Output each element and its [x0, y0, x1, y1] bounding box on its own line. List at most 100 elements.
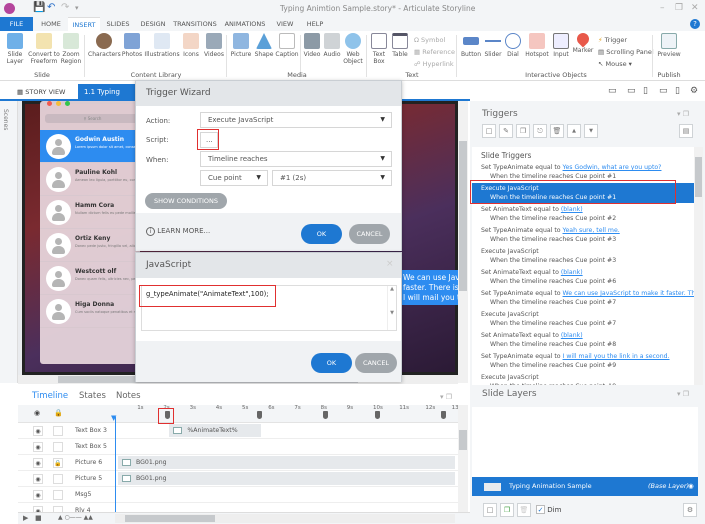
cue-type-dropdown[interactable]: Cue point ▼: [200, 170, 268, 186]
lock-icon[interactable]: [53, 490, 63, 500]
lock-icon[interactable]: [53, 426, 63, 436]
cue-point-marker[interactable]: [440, 411, 446, 419]
tab-design[interactable]: DESIGN: [136, 17, 170, 31]
timeline-object-bar[interactable]: BG01.png: [118, 456, 455, 469]
slide-layer-button[interactable]: Slide Layer: [4, 33, 26, 65]
close-icon[interactable]: ✕: [691, 3, 699, 13]
contacts-search[interactable]: ⚲ Search: [45, 114, 140, 123]
tablet-portrait-icon[interactable]: ▯: [643, 86, 648, 96]
new-trigger-icon[interactable]: □: [482, 124, 496, 138]
trigger-item[interactable]: Execute JavaScriptWhen the timeline reac…: [472, 372, 694, 385]
timeline-ruler[interactable]: [18, 405, 458, 423]
lock-icon[interactable]: 🔒: [53, 458, 63, 468]
timeline-horizontal-scrollbar[interactable]: [115, 514, 455, 523]
panel-menu-icon[interactable]: ▾ ❐: [677, 110, 689, 118]
trigger-item[interactable]: Execute JavaScriptWhen the timeline reac…: [472, 246, 694, 266]
timeline-track[interactable]: ◉ Text Box 3 %AnimateText%: [18, 423, 458, 439]
lock-all-icon[interactable]: 🔒: [54, 409, 63, 417]
preview-button[interactable]: Preview: [656, 33, 682, 58]
slide-tab[interactable]: 1.1 Typing Ani...: [78, 84, 136, 113]
video-button[interactable]: Video: [302, 33, 322, 58]
timeline-track[interactable]: ◉ Msg5: [18, 487, 458, 503]
tab-transitions[interactable]: TRANSITIONS: [172, 17, 218, 31]
visibility-eye-icon[interactable]: ◉: [33, 458, 43, 468]
tab-view[interactable]: VIEW: [272, 17, 298, 31]
move-up-icon[interactable]: ▲: [567, 124, 581, 138]
text-box-button[interactable]: Text Box: [370, 33, 388, 65]
trigger-value-link[interactable]: We can use JavaScript to make it faster.…: [563, 290, 694, 297]
settings-gear-icon[interactable]: ⚙: [690, 86, 698, 96]
tab-slides[interactable]: SLIDES: [102, 17, 134, 31]
contact-item[interactable]: Pauline Kohl Aenean leo ligula, porttitor…: [40, 163, 140, 196]
trigger-value-link[interactable]: (blank): [561, 206, 583, 213]
cue-point-dropdown[interactable]: #1 (2s) ▼: [272, 170, 392, 186]
table-button[interactable]: Table: [390, 33, 410, 58]
delete-layer-icon[interactable]: 🗑: [517, 503, 531, 517]
minimize-icon[interactable]: –: [660, 3, 665, 13]
trigger-item[interactable]: Set AnimateText equal to (blank) When the…: [472, 204, 694, 224]
dial-button[interactable]: Dial: [504, 33, 522, 58]
story-view-tab[interactable]: ▦ STORY VIEW: [17, 88, 65, 96]
zoom-region-button[interactable]: Zoom Region: [60, 33, 82, 65]
hotspot-button[interactable]: Hotspot: [524, 33, 550, 58]
contact-item[interactable]: Godwin Austin Lorem ipsum dolor sit amet,…: [40, 130, 140, 163]
desktop-preview-icon[interactable]: ▭: [608, 86, 617, 96]
trigger-item[interactable]: Set TypeAnimate equal to We can use Java…: [472, 288, 694, 308]
trigger-value-link[interactable]: (blank): [561, 332, 583, 339]
tab-help[interactable]: HELP: [302, 17, 328, 31]
tab-animations[interactable]: ANIMATIONS: [220, 17, 270, 31]
symbol-button[interactable]: Ω Symbol: [414, 36, 445, 44]
cue-point-marker[interactable]: [257, 411, 263, 419]
tab-home[interactable]: HOME: [36, 17, 66, 31]
lock-icon[interactable]: [53, 442, 63, 452]
icons-button[interactable]: Icons: [182, 33, 200, 58]
timeline-vertical-scrollbar[interactable]: [458, 405, 468, 512]
photos-button[interactable]: Photos: [120, 33, 144, 58]
manage-variables-icon[interactable]: ▤: [679, 124, 693, 138]
save-icon[interactable]: 💾: [33, 2, 45, 13]
mouse-button[interactable]: ↖ Mouse ▾: [598, 60, 632, 68]
paste-trigger-icon[interactable]: ⎋: [533, 124, 547, 138]
triggers-scrollbar[interactable]: [694, 147, 703, 385]
trigger-item[interactable]: Set TypeAnimate equal to Yes Godwin, wha…: [472, 162, 694, 182]
timeline-track[interactable]: ◉ Text Box 5: [18, 439, 458, 455]
help-icon[interactable]: ?: [690, 19, 700, 29]
lock-icon[interactable]: [53, 474, 63, 484]
trigger-value-link[interactable]: Yeah sure, tell me.: [563, 227, 620, 234]
trigger-item[interactable]: Execute JavaScriptWhen the timeline reac…: [472, 309, 694, 329]
visibility-eye-icon[interactable]: ◉: [33, 426, 43, 436]
new-layer-icon[interactable]: □: [483, 503, 497, 517]
show-conditions-button[interactable]: SHOW CONDITIONS: [145, 193, 227, 209]
undo-icon[interactable]: ↶: [47, 2, 55, 13]
input-button[interactable]: Input: [551, 33, 571, 58]
contact-item[interactable]: Ortiz Keny Donec pede justo, fringilla ve…: [40, 229, 140, 262]
marker-button[interactable]: Marker: [572, 30, 594, 54]
cancel-button[interactable]: CANCEL: [349, 224, 390, 244]
customize-toolbar-icon[interactable]: ▾: [75, 4, 79, 12]
move-down-icon[interactable]: ▼: [584, 124, 598, 138]
eye-icon[interactable]: ◉: [688, 477, 694, 496]
picture-button[interactable]: Picture: [229, 33, 253, 58]
layer-settings-gear-icon[interactable]: ⚙: [683, 503, 697, 517]
trigger-item[interactable]: Set AnimateText equal to (blank) When the…: [472, 267, 694, 287]
button-button[interactable]: Button: [460, 33, 482, 58]
contact-item[interactable]: Westcott olf Donec quam felis, ultricies …: [40, 262, 140, 295]
illustrations-button[interactable]: Illustrations: [144, 33, 180, 58]
phone-landscape-icon[interactable]: ▭: [659, 86, 668, 96]
slider-button[interactable]: Slider: [483, 33, 503, 58]
ok-button[interactable]: OK: [301, 224, 342, 244]
cancel-button[interactable]: CANCEL: [355, 353, 397, 373]
base-layer-row[interactable]: Typing Animation Sample (Base Layer) ◉: [472, 477, 698, 496]
ok-button[interactable]: OK: [311, 353, 352, 373]
tab-notes[interactable]: Notes: [116, 391, 141, 401]
convert-freeform-button[interactable]: Convert to Freeform: [28, 33, 60, 65]
videos-button[interactable]: Videos: [202, 33, 226, 58]
cue-point-marker[interactable]: [375, 411, 380, 419]
timeline-object-bar[interactable]: %AnimateText%: [169, 424, 262, 437]
timeline-track[interactable]: ◉ Picture 5 BG01.png: [18, 471, 458, 487]
trigger-button[interactable]: ⚡ Trigger: [598, 36, 627, 44]
scrolling-panel-button[interactable]: ▤ Scrolling Panel: [598, 48, 654, 56]
timeline-track[interactable]: ◉ 🔒 Picture 6 BG01.png: [18, 455, 458, 471]
visibility-eye-icon[interactable]: ◉: [33, 442, 43, 452]
dim-checkbox[interactable]: ✓ Dim: [536, 505, 561, 514]
